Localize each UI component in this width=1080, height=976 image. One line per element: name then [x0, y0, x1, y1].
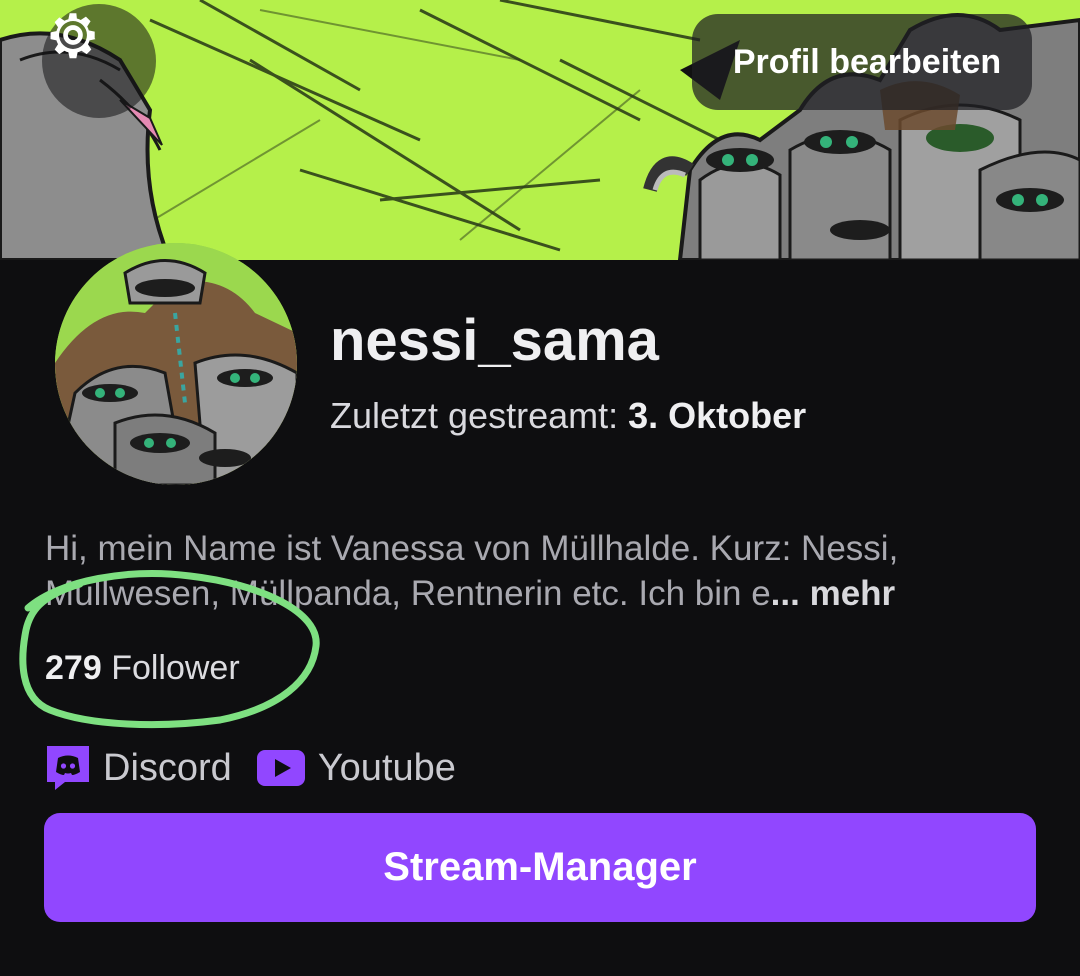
profile-page: Profil bearbeiten nessi_sama Zuletzt ges…	[0, 0, 1080, 976]
last-streamed: Zuletzt gestreamt: 3. Oktober	[330, 394, 806, 438]
channel-name: nessi_sama	[330, 308, 659, 373]
avatar-artwork	[55, 243, 297, 485]
youtube-link[interactable]: Youtube	[256, 747, 456, 790]
bio-more-link[interactable]: ... mehr	[771, 574, 895, 613]
follower-number: 279	[45, 649, 102, 687]
bio-line-2-text: Müllwesen, Müllpanda, Rentnerin etc. Ich…	[45, 574, 771, 613]
settings-button[interactable]	[42, 4, 156, 118]
edit-profile-label: Profil bearbeiten	[732, 42, 1002, 81]
discord-label: Discord	[103, 746, 232, 789]
follower-label: Follower	[111, 649, 240, 687]
discord-icon	[45, 744, 91, 792]
youtube-icon	[256, 749, 306, 787]
last-streamed-label: Zuletzt gestreamt:	[330, 395, 619, 436]
profile-banner: Profil bearbeiten	[0, 0, 1080, 260]
last-streamed-date: 3. Oktober	[628, 395, 807, 436]
stream-manager-button[interactable]: Stream-Manager	[44, 813, 1036, 922]
social-links: Discord Youtube	[45, 740, 480, 796]
channel-bio: Hi, mein Name ist Vanessa von Müllhalde.…	[45, 526, 1035, 616]
bio-line-2: Müllwesen, Müllpanda, Rentnerin etc. Ich…	[45, 571, 1035, 616]
edit-profile-button[interactable]: Profil bearbeiten	[692, 14, 1032, 110]
bio-line-1: Hi, mein Name ist Vanessa von Müllhalde.…	[45, 529, 899, 568]
stream-manager-label: Stream-Manager	[383, 845, 697, 889]
avatar[interactable]	[55, 243, 297, 485]
youtube-label: Youtube	[317, 746, 456, 789]
follower-count[interactable]: 279 Follower	[45, 646, 240, 690]
discord-link[interactable]: Discord	[45, 744, 232, 792]
